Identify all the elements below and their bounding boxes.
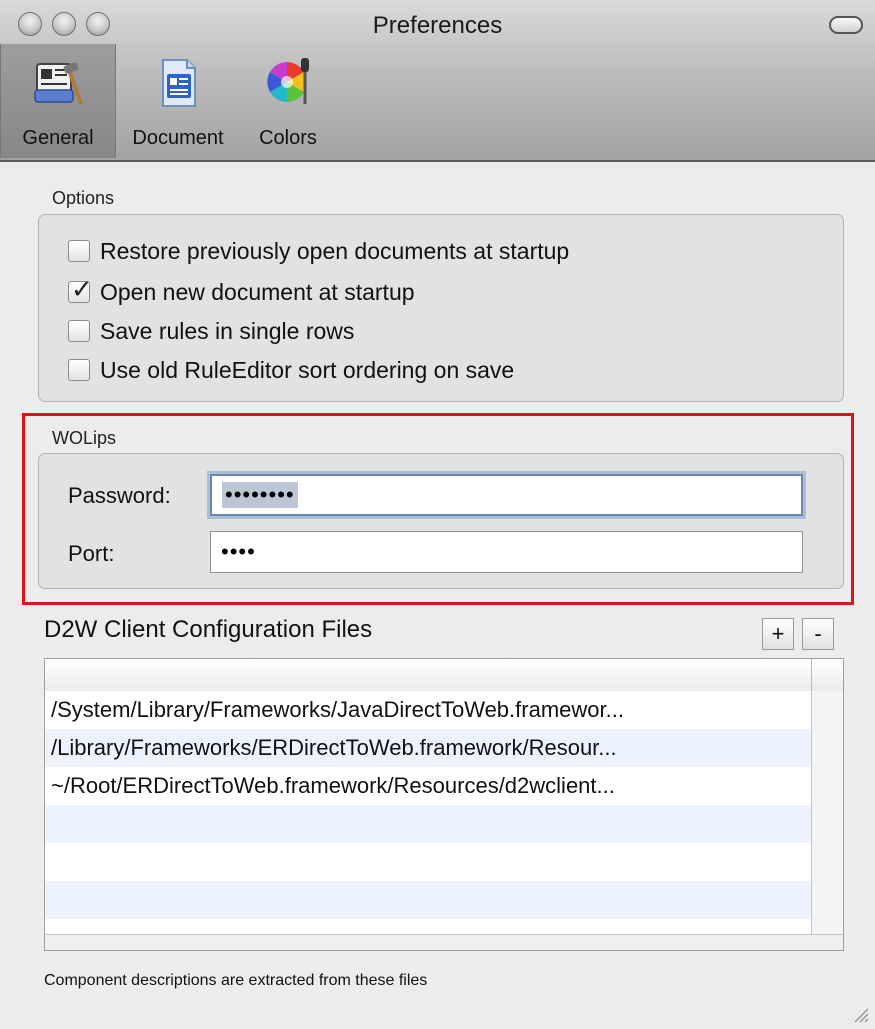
- checkbox-box[interactable]: ✓: [68, 274, 93, 304]
- resize-grip-icon[interactable]: [851, 1005, 869, 1023]
- table-row-empty: [45, 881, 811, 919]
- checkbox-restore-documents[interactable]: Restore previously open documents at sta…: [68, 236, 569, 266]
- toolbar-label-general: General: [22, 127, 94, 149]
- checkbox-box[interactable]: [68, 359, 90, 381]
- vertical-scrollbar[interactable]: [811, 691, 843, 934]
- checkbox-label: Open new document at startup: [100, 278, 415, 305]
- toolbar-tab-general[interactable]: General: [0, 44, 116, 158]
- preferences-window: Preferences General Document Colors Opti…: [0, 0, 875, 1029]
- checkbox-box[interactable]: [68, 320, 90, 342]
- table-body: /System/Library/Frameworks/JavaDirectToW…: [45, 691, 811, 950]
- config-files-table: /System/Library/Frameworks/JavaDirectToW…: [44, 658, 844, 951]
- toolbar-toggle-button[interactable]: [829, 16, 863, 34]
- table-row[interactable]: /Library/Frameworks/ERDirectToWeb.framew…: [45, 729, 811, 767]
- toolbar-tab-colors[interactable]: Colors: [242, 44, 334, 158]
- table-row-empty: [45, 805, 811, 843]
- remove-file-button[interactable]: -: [802, 618, 834, 650]
- horizontal-scrollbar[interactable]: [45, 934, 843, 950]
- checkbox-box[interactable]: [68, 240, 90, 262]
- checkbox-label: Use old RuleEditor sort ordering on save: [100, 356, 515, 383]
- title-bar: Preferences General Document Colors: [0, 0, 875, 162]
- add-file-button[interactable]: +: [762, 618, 794, 650]
- options-heading: Options: [52, 188, 115, 208]
- window-title: Preferences: [372, 12, 503, 39]
- checkbox-label: Save rules in single rows: [100, 317, 355, 344]
- checkbox-open-new-document[interactable]: ✓ Open new document at startup: [68, 274, 415, 307]
- document-icon: [162, 59, 196, 107]
- table-row[interactable]: /System/Library/Frameworks/JavaDirectToW…: [45, 691, 811, 729]
- annotation-highlight-box: [22, 413, 854, 605]
- checkbox-old-sort-ordering[interactable]: Use old RuleEditor sort ordering on save: [68, 355, 514, 385]
- toolbar-label-document: Document: [132, 127, 224, 149]
- checkmark-icon: ✓: [71, 274, 93, 304]
- d2w-footnote: Component descriptions are extracted fro…: [44, 972, 428, 989]
- toolbar-label-colors: Colors: [259, 127, 317, 149]
- toolbar-tab-document[interactable]: Document: [116, 44, 240, 158]
- color-wheel-icon: [267, 58, 309, 104]
- table-header[interactable]: [45, 659, 843, 692]
- checkbox-label: Restore previously open documents at sta…: [100, 237, 570, 264]
- d2w-heading: D2W Client Configuration Files: [44, 616, 373, 643]
- general-prefs-icon: [34, 62, 83, 105]
- table-row-empty: [45, 843, 811, 881]
- checkbox-save-rules-single-rows[interactable]: Save rules in single rows: [68, 316, 354, 346]
- table-row[interactable]: ~/Root/ERDirectToWeb.framework/Resources…: [45, 767, 811, 805]
